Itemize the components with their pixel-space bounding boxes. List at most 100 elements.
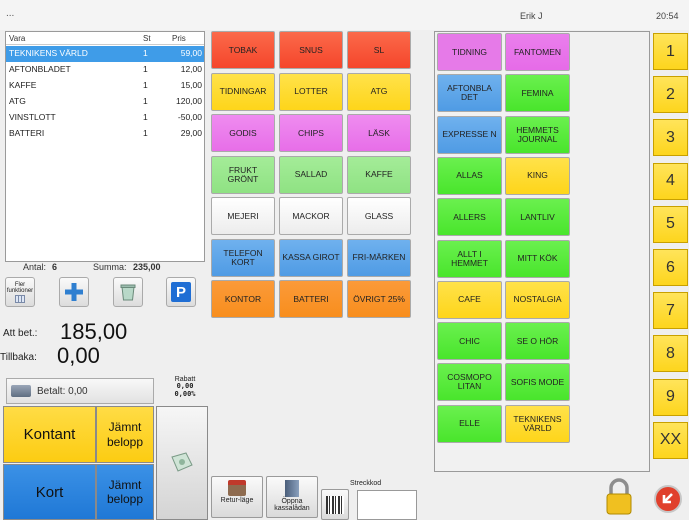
- menu-dots[interactable]: ...: [6, 8, 14, 19]
- magazine-button[interactable]: FANTOMEN: [505, 33, 570, 71]
- number-button[interactable]: 3: [653, 119, 688, 157]
- magazine-label: AFTONBLA DET: [447, 83, 492, 103]
- item-name: ATG: [9, 96, 26, 106]
- number-button[interactable]: 7: [653, 292, 688, 330]
- magazine-button[interactable]: FEMINA: [505, 74, 570, 113]
- item-name: AFTONBLADET: [9, 64, 71, 74]
- category-button[interactable]: ATG: [347, 72, 411, 111]
- item-name: BATTERI: [9, 128, 45, 138]
- card-button[interactable]: Kort: [3, 464, 96, 520]
- magazine-button[interactable]: NOSTALGIA: [505, 280, 570, 319]
- item-list: Vara St Pris TEKNIKENS VÄRLD 1 59,00 AFTONB…: [5, 31, 205, 262]
- item-row[interactable]: VINSTLOTT 1 -50,00: [6, 110, 204, 126]
- return-mode-button[interactable]: Retur-läge: [211, 476, 263, 518]
- magazine-button[interactable]: ALLAS: [437, 156, 502, 195]
- category-button[interactable]: KASSA GIROT: [279, 238, 343, 277]
- magazine-button[interactable]: LANTLIV: [505, 198, 570, 237]
- open-drawer-button[interactable]: Öppna kassalådan: [266, 476, 318, 518]
- cash-even-label: Jämnt belopp: [106, 420, 144, 449]
- magazine-button[interactable]: CHIC: [437, 322, 502, 361]
- category-button[interactable]: TIDNINGAR: [211, 72, 275, 111]
- parking-button[interactable]: P: [166, 277, 196, 307]
- category-label: FRI-MÄRKEN: [352, 252, 406, 263]
- category-button[interactable]: LOTTER: [279, 72, 343, 111]
- lock-icon: [606, 478, 632, 515]
- magazine-button[interactable]: SOFIS MODE: [505, 363, 570, 402]
- grid-icon: [15, 294, 25, 303]
- category-button[interactable]: KONTOR: [211, 280, 275, 318]
- magazine-label: COSMOPO LITAN: [447, 372, 492, 392]
- number-button[interactable]: 6: [653, 249, 688, 286]
- magazine-button[interactable]: CAFE: [437, 280, 502, 319]
- category-button[interactable]: FRI-MÄRKEN: [347, 238, 411, 277]
- lock-button[interactable]: [598, 474, 640, 520]
- magazine-label: EXPRESSE N: [442, 129, 497, 140]
- magazine-button[interactable]: ALLERS: [437, 198, 502, 237]
- cash-button[interactable]: Kontant: [3, 406, 96, 463]
- magazine-button[interactable]: KING: [505, 156, 570, 195]
- number-button[interactable]: 1: [653, 33, 688, 70]
- category-button[interactable]: GLASS: [347, 197, 411, 235]
- magazine-button[interactable]: MITT KÖK: [505, 239, 570, 278]
- magazine-button[interactable]: SE O HÖR: [505, 322, 570, 361]
- card-label: Kort: [35, 483, 64, 501]
- paid-field: Betalt: 0,00: [6, 378, 154, 404]
- category-button[interactable]: CHIPS: [279, 114, 343, 152]
- magazine-button[interactable]: TEKNIKENS VÄRLD: [505, 404, 570, 443]
- discount-box[interactable]: Rabatt 0,00 0,00%: [165, 376, 205, 406]
- category-button[interactable]: GODIS: [211, 114, 275, 152]
- number-button[interactable]: 2: [653, 76, 688, 114]
- voucher-button[interactable]: [156, 406, 208, 520]
- item-row[interactable]: TEKNIKENS VÄRLD 1 59,00: [6, 46, 204, 62]
- barcode-input[interactable]: [357, 490, 417, 520]
- number-button[interactable]: 5: [653, 205, 688, 243]
- category-button[interactable]: SALLAD: [279, 155, 343, 194]
- number-button[interactable]: XX: [653, 421, 688, 459]
- to-pay-row: Att bet.: 185,00: [0, 319, 205, 345]
- category-button[interactable]: SL: [347, 31, 411, 69]
- number-button[interactable]: 8: [653, 335, 688, 373]
- magazine-label: ELLE: [459, 418, 480, 429]
- magazine-button[interactable]: ALLT I HEMMET: [437, 239, 502, 278]
- item-list-header: Vara St Pris: [6, 32, 204, 45]
- add-button[interactable]: [59, 277, 89, 307]
- category-button[interactable]: KAFFE: [347, 155, 411, 194]
- category-label: MACKOR: [292, 210, 330, 221]
- magazine-button[interactable]: AFTONBLA DET: [437, 74, 502, 113]
- category-button[interactable]: ÖVRIGT 25%: [347, 280, 411, 318]
- category-button[interactable]: FRUKT GRÖNT: [211, 155, 275, 194]
- magazine-button[interactable]: ELLE: [437, 404, 502, 443]
- magazine-button[interactable]: EXPRESSE N: [437, 115, 502, 154]
- delete-button[interactable]: [113, 277, 143, 307]
- item-row[interactable]: KAFFE 1 15,00: [6, 78, 204, 94]
- number-button[interactable]: 4: [653, 162, 688, 200]
- category-button[interactable]: TELEFON KORT: [211, 238, 275, 277]
- logout-button[interactable]: [648, 476, 688, 520]
- cash-even-amount-button[interactable]: Jämnt belopp: [96, 406, 154, 463]
- number-label: 8: [666, 344, 675, 362]
- category-button[interactable]: MEJERI: [211, 197, 275, 235]
- magazine-button[interactable]: COSMOPO LITAN: [437, 363, 502, 402]
- category-button[interactable]: LÄSK: [347, 114, 411, 152]
- category-button[interactable]: BATTERI: [279, 280, 343, 318]
- card-even-amount-button[interactable]: Jämnt belopp: [96, 464, 154, 520]
- magazine-button[interactable]: HEMMETS JOURNAL: [505, 115, 570, 154]
- item-row[interactable]: BATTERI 1 29,00: [6, 126, 204, 142]
- category-label: GODIS: [229, 127, 257, 138]
- category-label: LÄSK: [368, 127, 390, 138]
- trash-icon: [120, 284, 136, 301]
- magazine-button[interactable]: TIDNING: [437, 33, 502, 71]
- paid-label: Betalt: 0,00: [37, 386, 88, 397]
- item-row[interactable]: ATG 1 120,00: [6, 94, 204, 110]
- item-qty: 1: [143, 112, 148, 122]
- number-button[interactable]: 9: [653, 378, 688, 416]
- more-functions-button[interactable]: Fler funktioner: [5, 277, 35, 307]
- item-row[interactable]: AFTONBLADET 1 12,00: [6, 62, 204, 78]
- category-button[interactable]: TOBAK: [211, 31, 275, 69]
- barcode-button[interactable]: [321, 489, 349, 520]
- category-button[interactable]: SNUS: [279, 31, 343, 69]
- category-button[interactable]: MACKOR: [279, 197, 343, 235]
- category-label: TELEFON KORT: [223, 247, 263, 267]
- magazine-label: ALLT I HEMMET: [451, 248, 488, 268]
- cash-stack-icon: [11, 385, 31, 397]
